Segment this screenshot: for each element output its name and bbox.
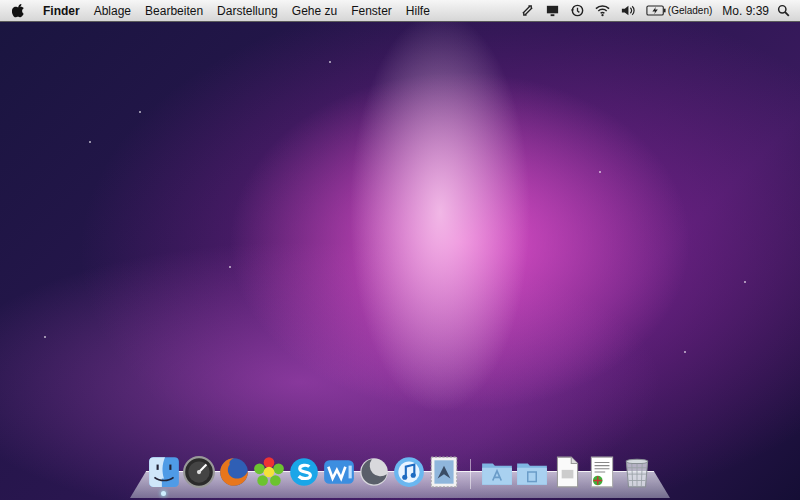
dock-stack[interactable] [515, 455, 549, 489]
display-icon[interactable] [545, 3, 560, 18]
menu-item[interactable]: Ablage [87, 4, 138, 18]
sync-icon[interactable] [520, 3, 535, 18]
clock[interactable]: Mo. 9:39 [722, 4, 769, 18]
dock-item[interactable] [217, 455, 251, 489]
finder-icon [147, 455, 181, 489]
text-document-icon [585, 455, 619, 489]
firefox-icon [217, 455, 251, 489]
dock-item[interactable] [252, 455, 286, 489]
dock-stack[interactable] [480, 455, 514, 489]
apple-icon[interactable] [12, 3, 26, 18]
desktop-screen: FinderAblageBearbeitenDarstellungGehe zu… [0, 0, 800, 500]
time-machine-icon[interactable] [570, 3, 585, 18]
applications-folder-icon [480, 455, 514, 489]
dock-item[interactable] [357, 455, 391, 489]
dock-separator [470, 459, 471, 489]
menu-item[interactable]: Bearbeiten [138, 4, 210, 18]
battery-status[interactable]: (Geladen) [646, 5, 712, 16]
menu-item[interactable]: Fenster [344, 4, 399, 18]
dock-item[interactable] [287, 455, 321, 489]
dock-item[interactable] [182, 455, 216, 489]
dock-stack[interactable] [620, 455, 654, 489]
dock-stack[interactable] [550, 455, 584, 489]
menu-item[interactable]: Darstellung [210, 4, 285, 18]
dock-stack[interactable] [585, 455, 619, 489]
skype-icon [287, 455, 321, 489]
running-indicator [161, 491, 166, 496]
spotlight-icon[interactable] [777, 4, 790, 17]
icq-icon [252, 455, 286, 489]
dock-item[interactable] [392, 455, 426, 489]
dock-item[interactable] [322, 455, 356, 489]
menu-item[interactable]: Hilfe [399, 4, 437, 18]
mail-icon [427, 455, 461, 489]
itunes-icon [392, 455, 426, 489]
volume-icon[interactable] [620, 3, 635, 18]
dock-item[interactable] [427, 455, 461, 489]
trash-icon [620, 455, 654, 489]
battery-icon [646, 5, 666, 16]
documents-folder-icon [515, 455, 549, 489]
moon-app-icon [357, 455, 391, 489]
dashboard-icon [182, 455, 216, 489]
wave-app-icon [322, 455, 356, 489]
menu-item[interactable]: Gehe zu [285, 4, 344, 18]
document-icon [550, 455, 584, 489]
menu-bar: FinderAblageBearbeitenDarstellungGehe zu… [0, 0, 800, 22]
dock-item[interactable] [147, 455, 181, 489]
app-menu[interactable]: Finder [36, 4, 87, 18]
wallpaper [0, 22, 800, 500]
dock [130, 455, 670, 498]
wifi-icon[interactable] [595, 3, 610, 18]
